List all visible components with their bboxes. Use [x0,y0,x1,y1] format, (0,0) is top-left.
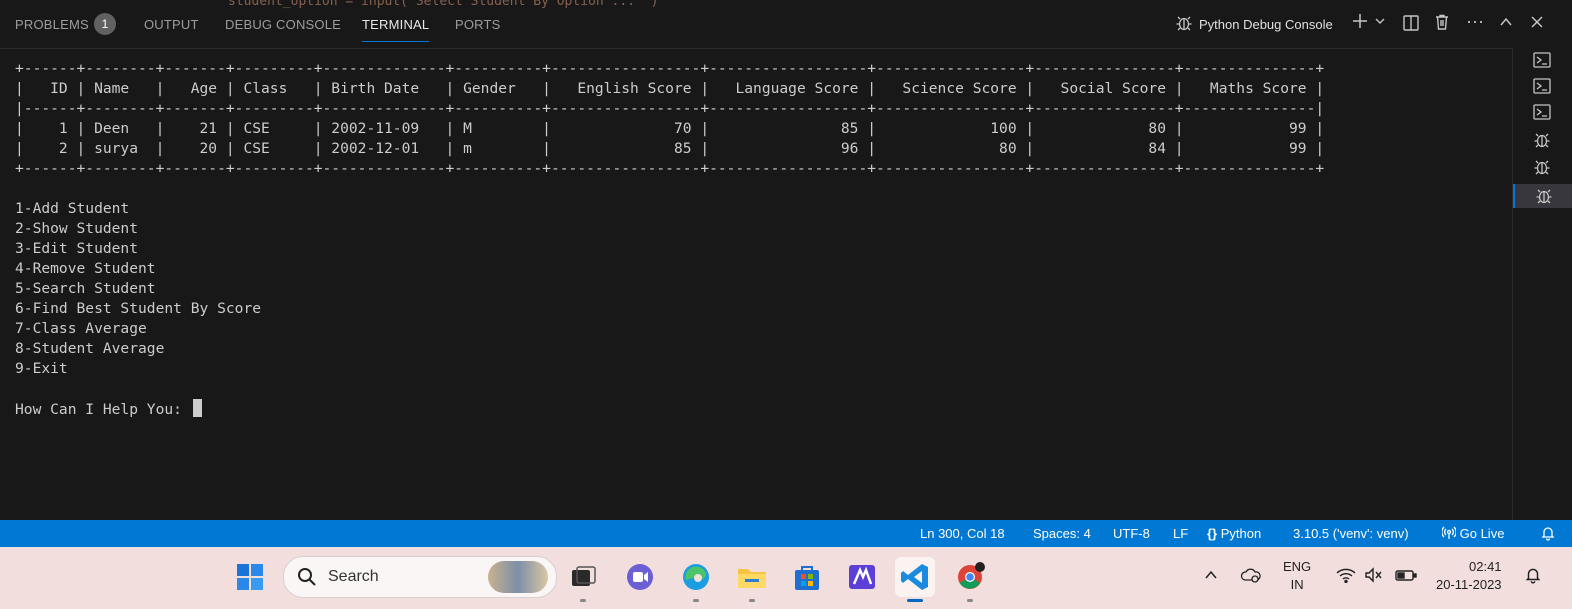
edge-button[interactable] [676,557,716,602]
menu-option: 2-Show Student [15,220,139,237]
show-hidden-icons[interactable] [1203,567,1219,586]
store-icon [787,566,827,601]
table-header-separator: |------+--------+-------+---------+-----… [15,100,1325,117]
running-indicator [693,599,699,602]
tab-terminal[interactable]: TERMINAL [362,17,430,42]
tab-problems[interactable]: PROBLEMS [15,17,89,32]
prompt-text: How Can I Help You: [15,401,191,418]
terminal-output[interactable]: +------+--------+-------+---------+-----… [15,59,1505,514]
menu-option: 7-Class Average [15,320,147,337]
language-mode[interactable]: {} Python [1207,526,1261,541]
debug-icon [1532,157,1552,177]
table-row: | 2 | surya | 20 | CSE | 2002-12-01 | m … [15,140,1325,157]
microsoft-store-button[interactable] [787,557,827,597]
tab-ports[interactable]: PORTS [455,17,501,32]
close-icon[interactable] [1528,14,1546,32]
debug-icon[interactable] [1173,13,1195,35]
region-code: IN [1290,577,1304,592]
debug-icon [1534,186,1554,206]
terminal-tabs-list [1512,48,1572,520]
text-cursor [192,399,202,417]
terminal-list-item[interactable] [1513,74,1572,98]
split-terminal-icon[interactable] [1401,14,1421,34]
visual-studio-button[interactable] [842,557,882,597]
file-encoding[interactable]: UTF-8 [1113,526,1150,541]
problems-count-badge: 1 [94,13,116,35]
battery-icon[interactable] [1395,567,1417,586]
menu-option: 9-Exit [15,360,68,377]
terminal-list-item[interactable] [1513,155,1572,179]
menu-option: 6-Find Best Student By Score [15,300,262,317]
table-border-top: +------+--------+-------+---------+-----… [15,60,1325,77]
clock[interactable]: 02:41 20-11-2023 [1436,559,1502,592]
menu-option: 1-Add Student [15,200,130,217]
go-live-label: Go Live [1459,526,1505,541]
editor-code-peek: student_option = input("Select Student B… [228,0,659,9]
broadcast-icon [1441,526,1460,541]
onedrive-sync-icon[interactable] [1240,566,1262,587]
tab-output[interactable]: OUTPUT [144,17,199,32]
terminal-list-item[interactable] [1513,100,1572,124]
search-icon [297,567,317,592]
prompt-line[interactable]: How Can I Help You: [15,399,1505,420]
panel-header: student_option = input("Select Student B… [0,0,1572,49]
terminal-list-item[interactable] [1513,48,1572,72]
table-row: | 1 | Deen | 21 | CSE | 2002-11-09 | M |… [15,120,1325,137]
input-language[interactable]: ENG IN [1283,559,1311,592]
language-label: Python [1220,526,1262,541]
start-button[interactable] [230,557,270,597]
terminal-icon [1532,102,1552,122]
chevron-up-icon[interactable] [1497,14,1515,32]
windows-icon [230,564,270,601]
chrome-button[interactable] [950,557,990,602]
time: 02:41 [1469,559,1502,574]
active-app-indicator [907,599,923,602]
menu-option: 3-Edit Student [15,240,139,257]
taskbar-search[interactable]: Search [283,556,557,598]
search-placeholder: Search [328,568,379,585]
braces-icon: {} [1207,526,1218,541]
bell-icon[interactable] [1540,525,1556,544]
cursor-position[interactable]: Ln 300, Col 18 [920,526,1005,541]
teams-chat-icon [620,564,660,601]
vscode-button[interactable] [895,557,935,602]
tab-debug-console[interactable]: DEBUG CONSOLE [225,17,341,32]
language-code: ENG [1283,559,1312,574]
wifi-icon[interactable] [1336,567,1356,586]
menu-option: 8-Student Average [15,340,165,357]
trash-icon[interactable] [1432,13,1452,33]
teams-chat-button[interactable] [620,557,660,597]
volume-muted-icon[interactable] [1364,567,1384,586]
chevron-down-icon[interactable] [1373,14,1387,32]
python-interpreter[interactable]: 3.10.5 ('venv': venv) [1293,526,1409,541]
running-indicator [749,599,755,602]
date: 20-11-2023 [1436,577,1502,592]
task-view-button[interactable] [563,557,603,602]
menu-option: 4-Remove Student [15,260,156,277]
plus-icon[interactable] [1350,12,1370,34]
debug-icon [1532,130,1552,150]
running-indicator [580,599,586,602]
terminal-icon [1532,50,1552,70]
file-explorer-button[interactable] [732,557,772,602]
search-highlight-image [488,561,548,593]
menu-option: 5-Search Student [15,280,156,297]
ellipsis-icon[interactable]: ··· [1465,12,1485,32]
terminal-icon [1532,76,1552,96]
terminal-instance-name[interactable]: Python Debug Console [1199,17,1333,32]
go-live-button[interactable]: Go Live [1441,526,1505,541]
windows-taskbar: Search ENG IN 02:41 20-11-2023 [0,547,1572,609]
visual-studio-icon [842,565,882,601]
terminal-list-item-active[interactable] [1513,184,1572,208]
table-border-bottom: +------+--------+-------+---------+-----… [15,160,1325,177]
running-indicator [967,599,973,602]
terminal-list-item[interactable] [1513,128,1572,152]
end-of-line[interactable]: LF [1173,526,1188,541]
notification-bell-icon[interactable] [1524,566,1542,587]
table-header: | ID | Name | Age | Class | Birth Date |… [15,80,1325,97]
indentation[interactable]: Spaces: 4 [1033,526,1091,541]
status-bar: Ln 300, Col 18 Spaces: 4 UTF-8 LF {} Pyt… [0,520,1572,547]
